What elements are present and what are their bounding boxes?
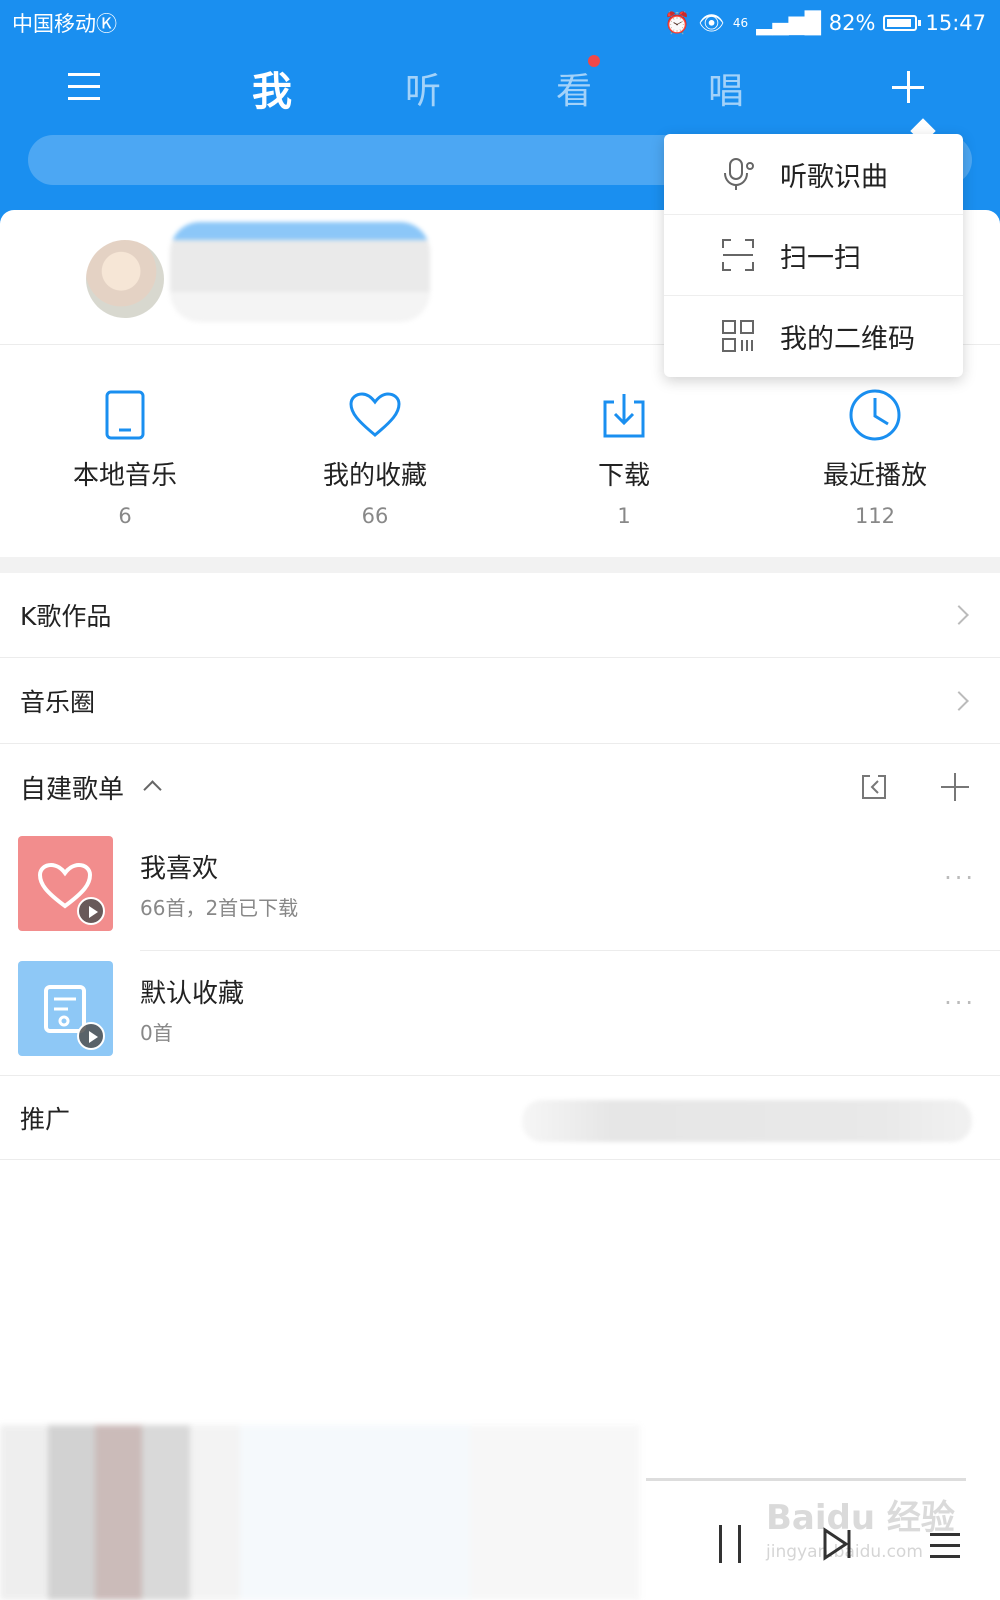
section-divider xyxy=(0,557,1000,573)
playlist-name: 默认收藏 xyxy=(140,979,245,1009)
playlist-cover xyxy=(18,836,113,931)
playlist-subtitle: 0首 xyxy=(140,1021,173,1045)
more-options-icon[interactable]: ··· xyxy=(944,864,976,892)
add-plus-icon[interactable] xyxy=(892,71,924,103)
row-karaoke-works[interactable]: K歌作品 xyxy=(0,573,1000,658)
mic-recognize-icon xyxy=(720,156,756,192)
status-bar: 中国移动Ⓚ ⏰ 👁 46 ▂▄▆█ 82% 15:47 xyxy=(12,8,986,38)
play-icon[interactable] xyxy=(77,897,105,925)
playlist-cover xyxy=(18,961,113,1056)
playlist-item[interactable]: 默认收藏 0首 ··· xyxy=(0,951,1000,1076)
tab-sing[interactable]: 唱 xyxy=(686,55,766,120)
play-icon[interactable] xyxy=(77,1022,105,1050)
row-label: 音乐圈 xyxy=(20,688,96,717)
menu-item-label: 我的二维码 xyxy=(780,324,915,355)
collapse-chevron-icon[interactable] xyxy=(143,780,162,799)
quick-item-count: 1 xyxy=(617,504,631,528)
qr-code-icon xyxy=(720,318,756,354)
plus-popup-menu: 听歌识曲 扫一扫 我的二维码 xyxy=(664,134,963,377)
quick-item-recent[interactable]: 最近播放 112 xyxy=(775,385,975,528)
menu-item-qr-code[interactable]: 我的二维码 xyxy=(664,296,963,377)
promo-content-blurred xyxy=(522,1100,972,1142)
quick-item-label: 最近播放 xyxy=(822,461,927,491)
tab-watch[interactable]: 看 xyxy=(534,55,614,120)
tablet-icon xyxy=(95,385,155,445)
playlist-queue-icon[interactable] xyxy=(930,1533,960,1561)
watermark-logo: Baidu 经验 xyxy=(766,1498,955,1538)
menu-item-label: 扫一扫 xyxy=(780,242,861,274)
username-blurred xyxy=(170,222,430,322)
row-label: 推广 xyxy=(20,1104,71,1134)
quick-item-downloads[interactable]: 下载 1 xyxy=(524,385,724,528)
carrier-mark: Ⓚ xyxy=(96,12,117,36)
mini-player[interactable]: Baidu 经验 jingyan.baidu.com xyxy=(0,1425,1000,1600)
playlist-name: 我喜欢 xyxy=(140,854,219,884)
chevron-right-icon xyxy=(949,691,969,711)
row-music-circle[interactable]: 音乐圈 xyxy=(0,659,1000,744)
now-playing-blurred xyxy=(0,1425,640,1600)
playlists-header: 自建歌单 xyxy=(0,745,1000,830)
quick-item-favorites[interactable]: 我的收藏 66 xyxy=(275,385,475,528)
playlist-subtitle: 66首，2首已下载 xyxy=(140,896,299,920)
quick-item-label: 下载 xyxy=(597,461,650,491)
progress-track xyxy=(646,1478,966,1481)
battery-percent: 82% xyxy=(828,11,876,35)
signal-icon: ▂▄▆█ xyxy=(756,11,821,35)
next-track-icon[interactable] xyxy=(822,1526,852,1562)
network-type: 46 xyxy=(732,16,749,30)
more-options-icon[interactable]: ··· xyxy=(944,989,976,1017)
tab-listen[interactable]: 听 xyxy=(383,55,463,120)
quick-item-local-music[interactable]: 本地音乐 6 xyxy=(25,385,225,528)
notification-badge xyxy=(588,55,600,67)
playlists-title: 自建歌单 xyxy=(20,775,125,805)
tab-me[interactable]: 我 xyxy=(232,55,312,120)
alarm-icon: ⏰ xyxy=(664,10,691,35)
quick-item-count: 6 xyxy=(118,504,132,528)
eye-icon: 👁 xyxy=(698,10,725,35)
quick-item-count: 112 xyxy=(854,504,896,528)
clock-icon xyxy=(845,385,905,445)
row-label: K歌作品 xyxy=(20,602,112,631)
quick-item-count: 66 xyxy=(361,504,389,528)
chevron-right-icon xyxy=(949,605,969,625)
carrier-name: 中国移动 xyxy=(12,12,96,36)
playlist-item[interactable]: 我喜欢 66首，2首已下载 ··· xyxy=(0,826,1000,951)
avatar[interactable] xyxy=(86,240,164,318)
battery-icon xyxy=(883,15,922,31)
download-icon xyxy=(594,385,654,445)
menu-item-scan[interactable]: 扫一扫 xyxy=(664,215,963,296)
hamburger-menu-icon[interactable] xyxy=(68,73,100,101)
heart-icon xyxy=(345,385,405,445)
quick-item-label: 本地音乐 xyxy=(72,461,177,491)
menu-item-recognize[interactable]: 听歌识曲 xyxy=(664,134,963,215)
add-playlist-icon[interactable] xyxy=(941,773,969,801)
pause-icon[interactable] xyxy=(717,1525,743,1563)
menu-item-label: 听歌识曲 xyxy=(780,161,888,193)
import-playlist-icon[interactable] xyxy=(860,773,888,801)
scan-icon xyxy=(720,237,756,273)
top-nav: 我 听 看 唱 xyxy=(0,55,1000,120)
quick-item-label: 我的收藏 xyxy=(322,461,427,491)
clock-time: 15:47 xyxy=(925,11,986,35)
